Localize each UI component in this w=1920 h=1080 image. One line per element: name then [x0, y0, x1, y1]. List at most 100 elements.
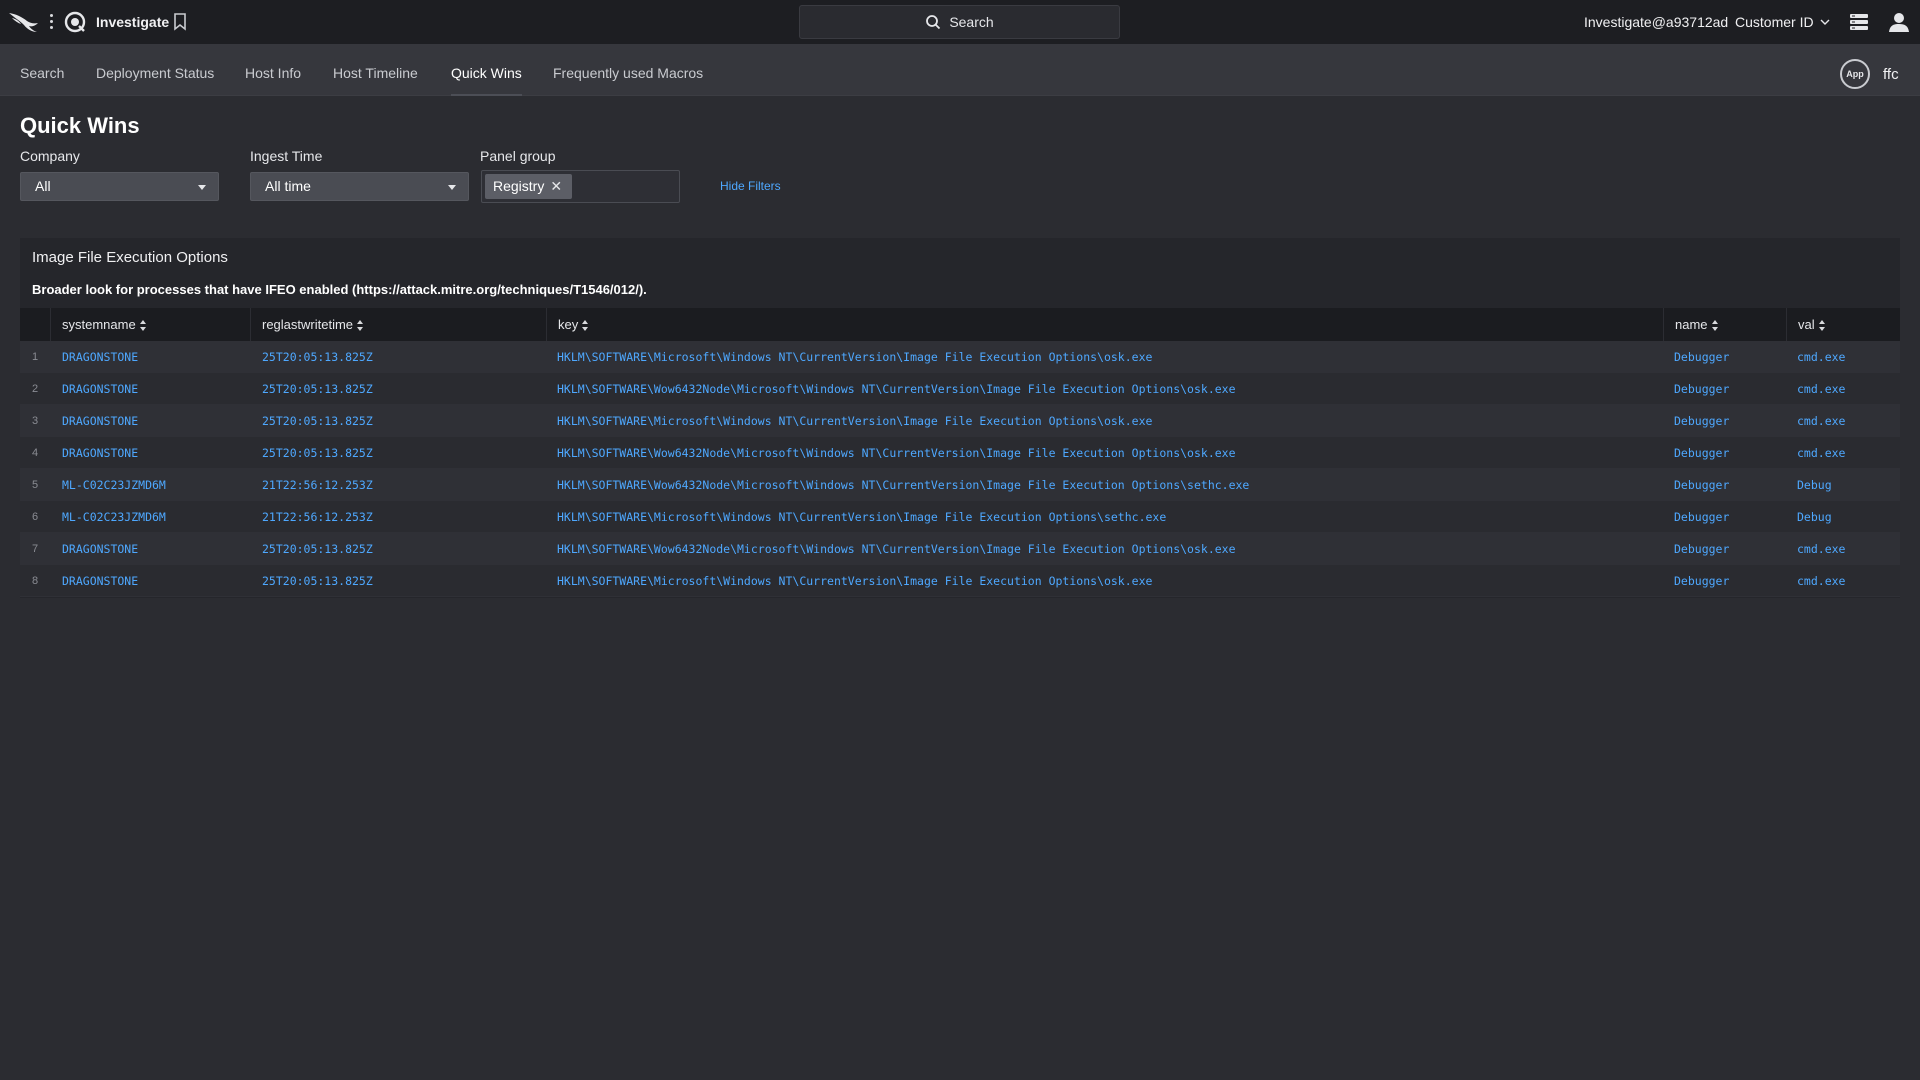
table-row: 7 DRAGONSTONE 25T20:05:13.825Z HKLM\SOFT… [20, 533, 1900, 565]
customer-id-label: Customer ID [1735, 14, 1814, 30]
tab-deployment-status[interactable]: Deployment Status [96, 44, 214, 96]
cell-val[interactable]: cmd.exe [1797, 405, 1845, 437]
cell-name[interactable]: Debugger [1674, 469, 1729, 501]
cell-name[interactable]: Debugger [1674, 341, 1729, 373]
column-header-reglastwritetime[interactable]: reglastwritetime [250, 308, 546, 341]
cell-key[interactable]: HKLM\SOFTWARE\Wow6432Node\Microsoft\Wind… [557, 373, 1236, 405]
cell-systemname[interactable]: DRAGONSTONE [62, 437, 138, 469]
cell-reglastwritetime[interactable]: 25T20:05:13.825Z [262, 373, 373, 405]
cell-name[interactable]: Debugger [1674, 405, 1729, 437]
column-header-label: key [558, 317, 579, 332]
cell-val[interactable]: cmd.exe [1797, 565, 1845, 597]
chip-label: Registry [493, 178, 545, 194]
cell-val[interactable]: cmd.exe [1797, 341, 1845, 373]
cell-reglastwritetime[interactable]: 21T22:56:12.253Z [262, 501, 373, 533]
cell-val[interactable]: cmd.exe [1797, 533, 1845, 565]
column-header-label: val [1798, 317, 1815, 332]
row-index: 4 [32, 447, 39, 459]
nav-tabs: Search Deployment Status Host Info Host … [0, 44, 1920, 96]
cell-val[interactable]: cmd.exe [1797, 437, 1845, 469]
top-bar: Investigate Search Investigate@a93712ad … [0, 0, 1920, 44]
tab-host-info[interactable]: Host Info [245, 44, 301, 96]
cell-systemname[interactable]: ML-C02C23JZMD6M [62, 501, 166, 533]
global-search-box[interactable]: Search [799, 5, 1120, 39]
column-header-systemname[interactable]: systemname [50, 308, 270, 341]
cell-key[interactable]: HKLM\SOFTWARE\Microsoft\Windows NT\Curre… [557, 405, 1152, 437]
cell-systemname[interactable]: DRAGONSTONE [62, 373, 138, 405]
table-header: systemname reglastwritetime key name val [20, 308, 1900, 341]
cell-systemname[interactable]: DRAGONSTONE [62, 565, 138, 597]
column-header-name[interactable]: name [1663, 308, 1786, 341]
cell-name[interactable]: Debugger [1674, 533, 1729, 565]
column-header-val[interactable]: val [1786, 308, 1900, 341]
row-index: 7 [32, 543, 39, 555]
table-row: 2 DRAGONSTONE 25T20:05:13.825Z HKLM\SOFT… [20, 373, 1900, 405]
company-select[interactable]: All [20, 172, 219, 201]
app-badge[interactable]: App [1840, 59, 1870, 89]
cell-val[interactable]: cmd.exe [1797, 373, 1845, 405]
customer-id-dropdown[interactable]: Customer ID [1735, 14, 1830, 30]
table-body: 1 DRAGONSTONE 25T20:05:13.825Z HKLM\SOFT… [20, 341, 1900, 597]
caret-down-icon [198, 185, 206, 190]
cell-name[interactable]: Debugger [1674, 565, 1729, 597]
tab-quick-wins[interactable]: Quick Wins [451, 44, 522, 96]
row-index: 5 [32, 479, 39, 491]
cell-name[interactable]: Debugger [1674, 501, 1729, 533]
cell-name[interactable]: Debugger [1674, 373, 1729, 405]
column-header-label: reglastwritetime [262, 317, 354, 332]
cell-reglastwritetime[interactable]: 25T20:05:13.825Z [262, 437, 373, 469]
cell-reglastwritetime[interactable]: 25T20:05:13.825Z [262, 405, 373, 437]
table-row: 1 DRAGONSTONE 25T20:05:13.825Z HKLM\SOFT… [20, 341, 1900, 373]
cell-systemname[interactable]: DRAGONSTONE [62, 533, 138, 565]
cell-name[interactable]: Debugger [1674, 437, 1729, 469]
row-index: 8 [32, 575, 39, 587]
layers-icon[interactable] [1849, 12, 1869, 32]
cell-reglastwritetime[interactable]: 25T20:05:13.825Z [262, 341, 373, 373]
row-index: 6 [32, 511, 39, 523]
row-index: 2 [32, 383, 39, 395]
panel-group-multiselect[interactable]: Registry ✕ [481, 170, 680, 203]
column-header-key[interactable]: key [546, 308, 1683, 341]
column-header-label: name [1675, 317, 1708, 332]
sort-icon [139, 320, 147, 332]
sort-icon [357, 320, 364, 332]
cell-key[interactable]: HKLM\SOFTWARE\Microsoft\Windows NT\Curre… [557, 501, 1166, 533]
tab-host-timeline[interactable]: Host Timeline [333, 44, 418, 96]
row-index: 1 [32, 351, 39, 363]
tab-frequently-used-macros[interactable]: Frequently used Macros [553, 44, 703, 96]
cell-key[interactable]: HKLM\SOFTWARE\Wow6432Node\Microsoft\Wind… [557, 469, 1249, 501]
hide-filters-link[interactable]: Hide Filters [720, 179, 781, 193]
filter-chip: Registry ✕ [485, 174, 573, 199]
cell-val[interactable]: Debug [1797, 501, 1832, 533]
cell-key[interactable]: HKLM\SOFTWARE\Microsoft\Windows NT\Curre… [557, 341, 1152, 373]
search-label: Search [949, 14, 994, 30]
cell-val[interactable]: Debug [1797, 469, 1832, 501]
cell-systemname[interactable]: DRAGONSTONE [62, 405, 138, 437]
cell-reglastwritetime[interactable]: 25T20:05:13.825Z [262, 565, 373, 597]
cell-reglastwritetime[interactable]: 25T20:05:13.825Z [262, 533, 373, 565]
tab-search[interactable]: Search [20, 44, 64, 96]
cell-reglastwritetime[interactable]: 21T22:56:12.253Z [262, 469, 373, 501]
kebab-menu-icon[interactable] [48, 12, 54, 32]
cell-systemname[interactable]: ML-C02C23JZMD6M [62, 469, 166, 501]
search-icon [926, 15, 941, 30]
cell-key[interactable]: HKLM\SOFTWARE\Microsoft\Windows NT\Curre… [557, 565, 1152, 597]
cell-key[interactable]: HKLM\SOFTWARE\Wow6432Node\Microsoft\Wind… [557, 437, 1236, 469]
cell-systemname[interactable]: DRAGONSTONE [62, 341, 138, 373]
sort-icon [582, 320, 589, 332]
close-icon[interactable]: ✕ [550, 174, 562, 199]
ingest-time-select[interactable]: All time [250, 172, 469, 201]
bookmark-icon[interactable] [173, 13, 187, 31]
cell-key[interactable]: HKLM\SOFTWARE\Wow6432Node\Microsoft\Wind… [557, 533, 1236, 565]
org-code[interactable]: ffc [1883, 66, 1899, 83]
table-row: 4 DRAGONSTONE 25T20:05:13.825Z HKLM\SOFT… [20, 437, 1900, 469]
falcon-logo-icon[interactable] [8, 10, 40, 34]
sort-icon [1818, 320, 1826, 332]
chevron-down-icon [1820, 19, 1830, 25]
person-icon[interactable] [1888, 11, 1910, 33]
user-account[interactable]: Investigate@a93712ad [1584, 14, 1728, 30]
table-row: 8 DRAGONSTONE 25T20:05:13.825Z HKLM\SOFT… [20, 565, 1900, 597]
app-name: Investigate [96, 14, 170, 30]
company-filter-label: Company [20, 148, 80, 164]
table-row: 3 DRAGONSTONE 25T20:05:13.825Z HKLM\SOFT… [20, 405, 1900, 437]
